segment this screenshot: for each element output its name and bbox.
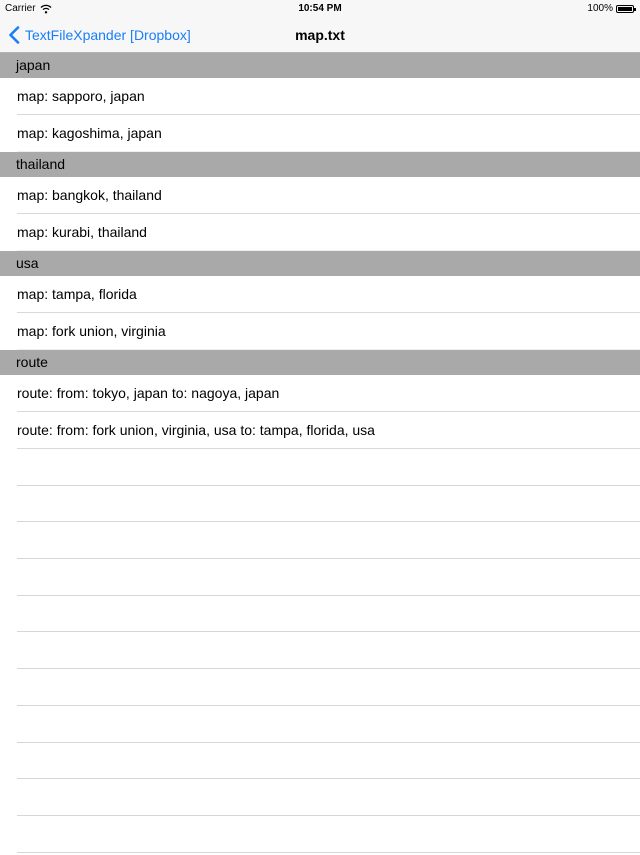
table-row[interactable]: route: from: tokyo, japan to: nagoya, ja…	[0, 375, 640, 412]
empty-table-row	[0, 706, 640, 743]
battery-icon	[616, 5, 636, 13]
empty-table-row	[0, 486, 640, 523]
back-button[interactable]: TextFileXpander [Dropbox]	[8, 18, 191, 52]
empty-table-row	[0, 743, 640, 780]
table-row[interactable]: map: kurabi, thailand	[0, 214, 640, 251]
empty-table-row	[0, 779, 640, 816]
status-battery: 100%	[587, 0, 636, 18]
status-bar: Carrier 10:54 PM 100%	[0, 0, 640, 18]
table-row[interactable]: map: tampa, florida	[0, 276, 640, 313]
screen: Carrier 10:54 PM 100% TextFileXpander [D…	[0, 0, 640, 855]
section-header-thailand: thailand	[0, 152, 640, 177]
battery-tip	[634, 8, 636, 11]
empty-table-row	[0, 596, 640, 633]
table-row[interactable]: map: fork union, virginia	[0, 313, 640, 350]
table-row[interactable]: map: sapporo, japan	[0, 78, 640, 115]
section-header-japan: japan	[0, 53, 640, 78]
back-button-label: TextFileXpander [Dropbox]	[25, 27, 191, 43]
table-row[interactable]: route: from: fork union, virginia, usa t…	[0, 412, 640, 449]
battery-percent: 100%	[587, 3, 613, 14]
table-view[interactable]: japan map: sapporo, japan map: kagoshima…	[0, 53, 640, 853]
empty-table-row	[0, 559, 640, 596]
empty-table-row	[0, 522, 640, 559]
empty-table-row	[0, 632, 640, 669]
battery-fill	[618, 7, 632, 11]
navigation-bar: TextFileXpander [Dropbox] map.txt	[0, 18, 640, 53]
empty-table-row	[0, 669, 640, 706]
table-row[interactable]: map: kagoshima, japan	[0, 115, 640, 152]
section-header-usa: usa	[0, 251, 640, 276]
status-time: 10:54 PM	[298, 3, 342, 14]
table-row[interactable]: map: bangkok, thailand	[0, 177, 640, 214]
chevron-left-icon	[9, 26, 20, 44]
section-header-route: route	[0, 350, 640, 375]
empty-table-row	[0, 449, 640, 486]
empty-table-row	[0, 816, 640, 853]
